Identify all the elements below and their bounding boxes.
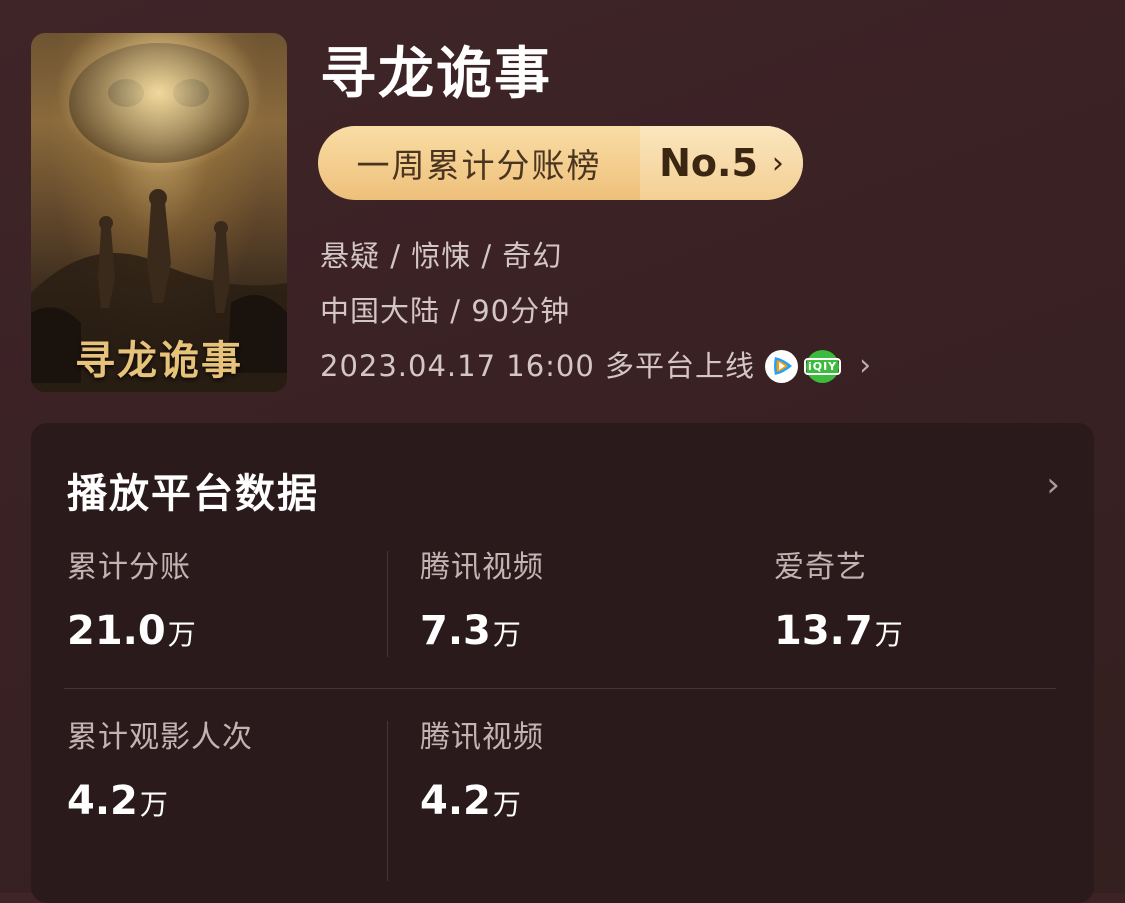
stat-value: 7.3万 bbox=[420, 608, 521, 654]
stat-iqiyi-revenue: 爱奇艺 13.7万 bbox=[774, 550, 903, 658]
stat-value: 4.2万 bbox=[420, 778, 521, 824]
divider bbox=[387, 721, 388, 881]
movie-region-duration: 中国大陆 / 90分钟 bbox=[320, 294, 571, 328]
chevron-right-icon[interactable]: › bbox=[1046, 465, 1060, 505]
divider bbox=[387, 551, 388, 657]
stat-label: 爱奇艺 bbox=[774, 550, 867, 585]
stat-value: 4.2万 bbox=[67, 778, 168, 824]
movie-poster[interactable]: 寻龙诡事 bbox=[31, 33, 287, 392]
row-divider bbox=[64, 688, 1056, 689]
movie-genre: 悬疑 / 惊悚 / 奇幻 bbox=[320, 239, 563, 273]
stat-label: 累计分账 bbox=[67, 550, 191, 585]
rank-badge[interactable]: 一周累计分账榜 No.5 › bbox=[318, 126, 803, 200]
iqiyi-icon: iQIY bbox=[803, 349, 842, 383]
chevron-right-icon: › bbox=[859, 348, 873, 383]
platform-data-card: 播放平台数据 › 累计分账 21.0万 腾讯视频 7.3万 爱奇艺 13.7万 … bbox=[31, 423, 1094, 903]
rank-value-box: No.5 › bbox=[640, 126, 803, 200]
rank-label: 一周累计分账榜 bbox=[356, 146, 602, 185]
poster-title-art: 寻龙诡事 bbox=[75, 337, 243, 384]
chevron-right-icon: › bbox=[771, 145, 784, 181]
stat-value: 21.0万 bbox=[67, 608, 196, 654]
rank-value: No.5 bbox=[659, 141, 758, 185]
stat-value: 13.7万 bbox=[774, 608, 903, 654]
iqiyi-logo-text: iQIY bbox=[803, 357, 842, 375]
stat-label: 腾讯视频 bbox=[420, 720, 544, 755]
stat-total-viewers: 累计观影人次 4.2万 bbox=[67, 720, 253, 828]
stat-label: 累计观影人次 bbox=[67, 720, 253, 755]
tencent-video-icon bbox=[765, 349, 799, 383]
stat-total-revenue: 累计分账 21.0万 bbox=[67, 550, 196, 658]
release-text: 2023.04.17 16:00 多平台上线 bbox=[320, 349, 756, 383]
movie-title: 寻龙诡事 bbox=[320, 42, 552, 107]
stat-tencent-viewers: 腾讯视频 4.2万 bbox=[420, 720, 544, 828]
release-info[interactable]: 2023.04.17 16:00 多平台上线 iQIY › bbox=[320, 348, 872, 384]
stat-tencent-revenue: 腾讯视频 7.3万 bbox=[420, 550, 544, 658]
stat-label: 腾讯视频 bbox=[420, 550, 544, 585]
card-title: 播放平台数据 bbox=[67, 471, 319, 517]
